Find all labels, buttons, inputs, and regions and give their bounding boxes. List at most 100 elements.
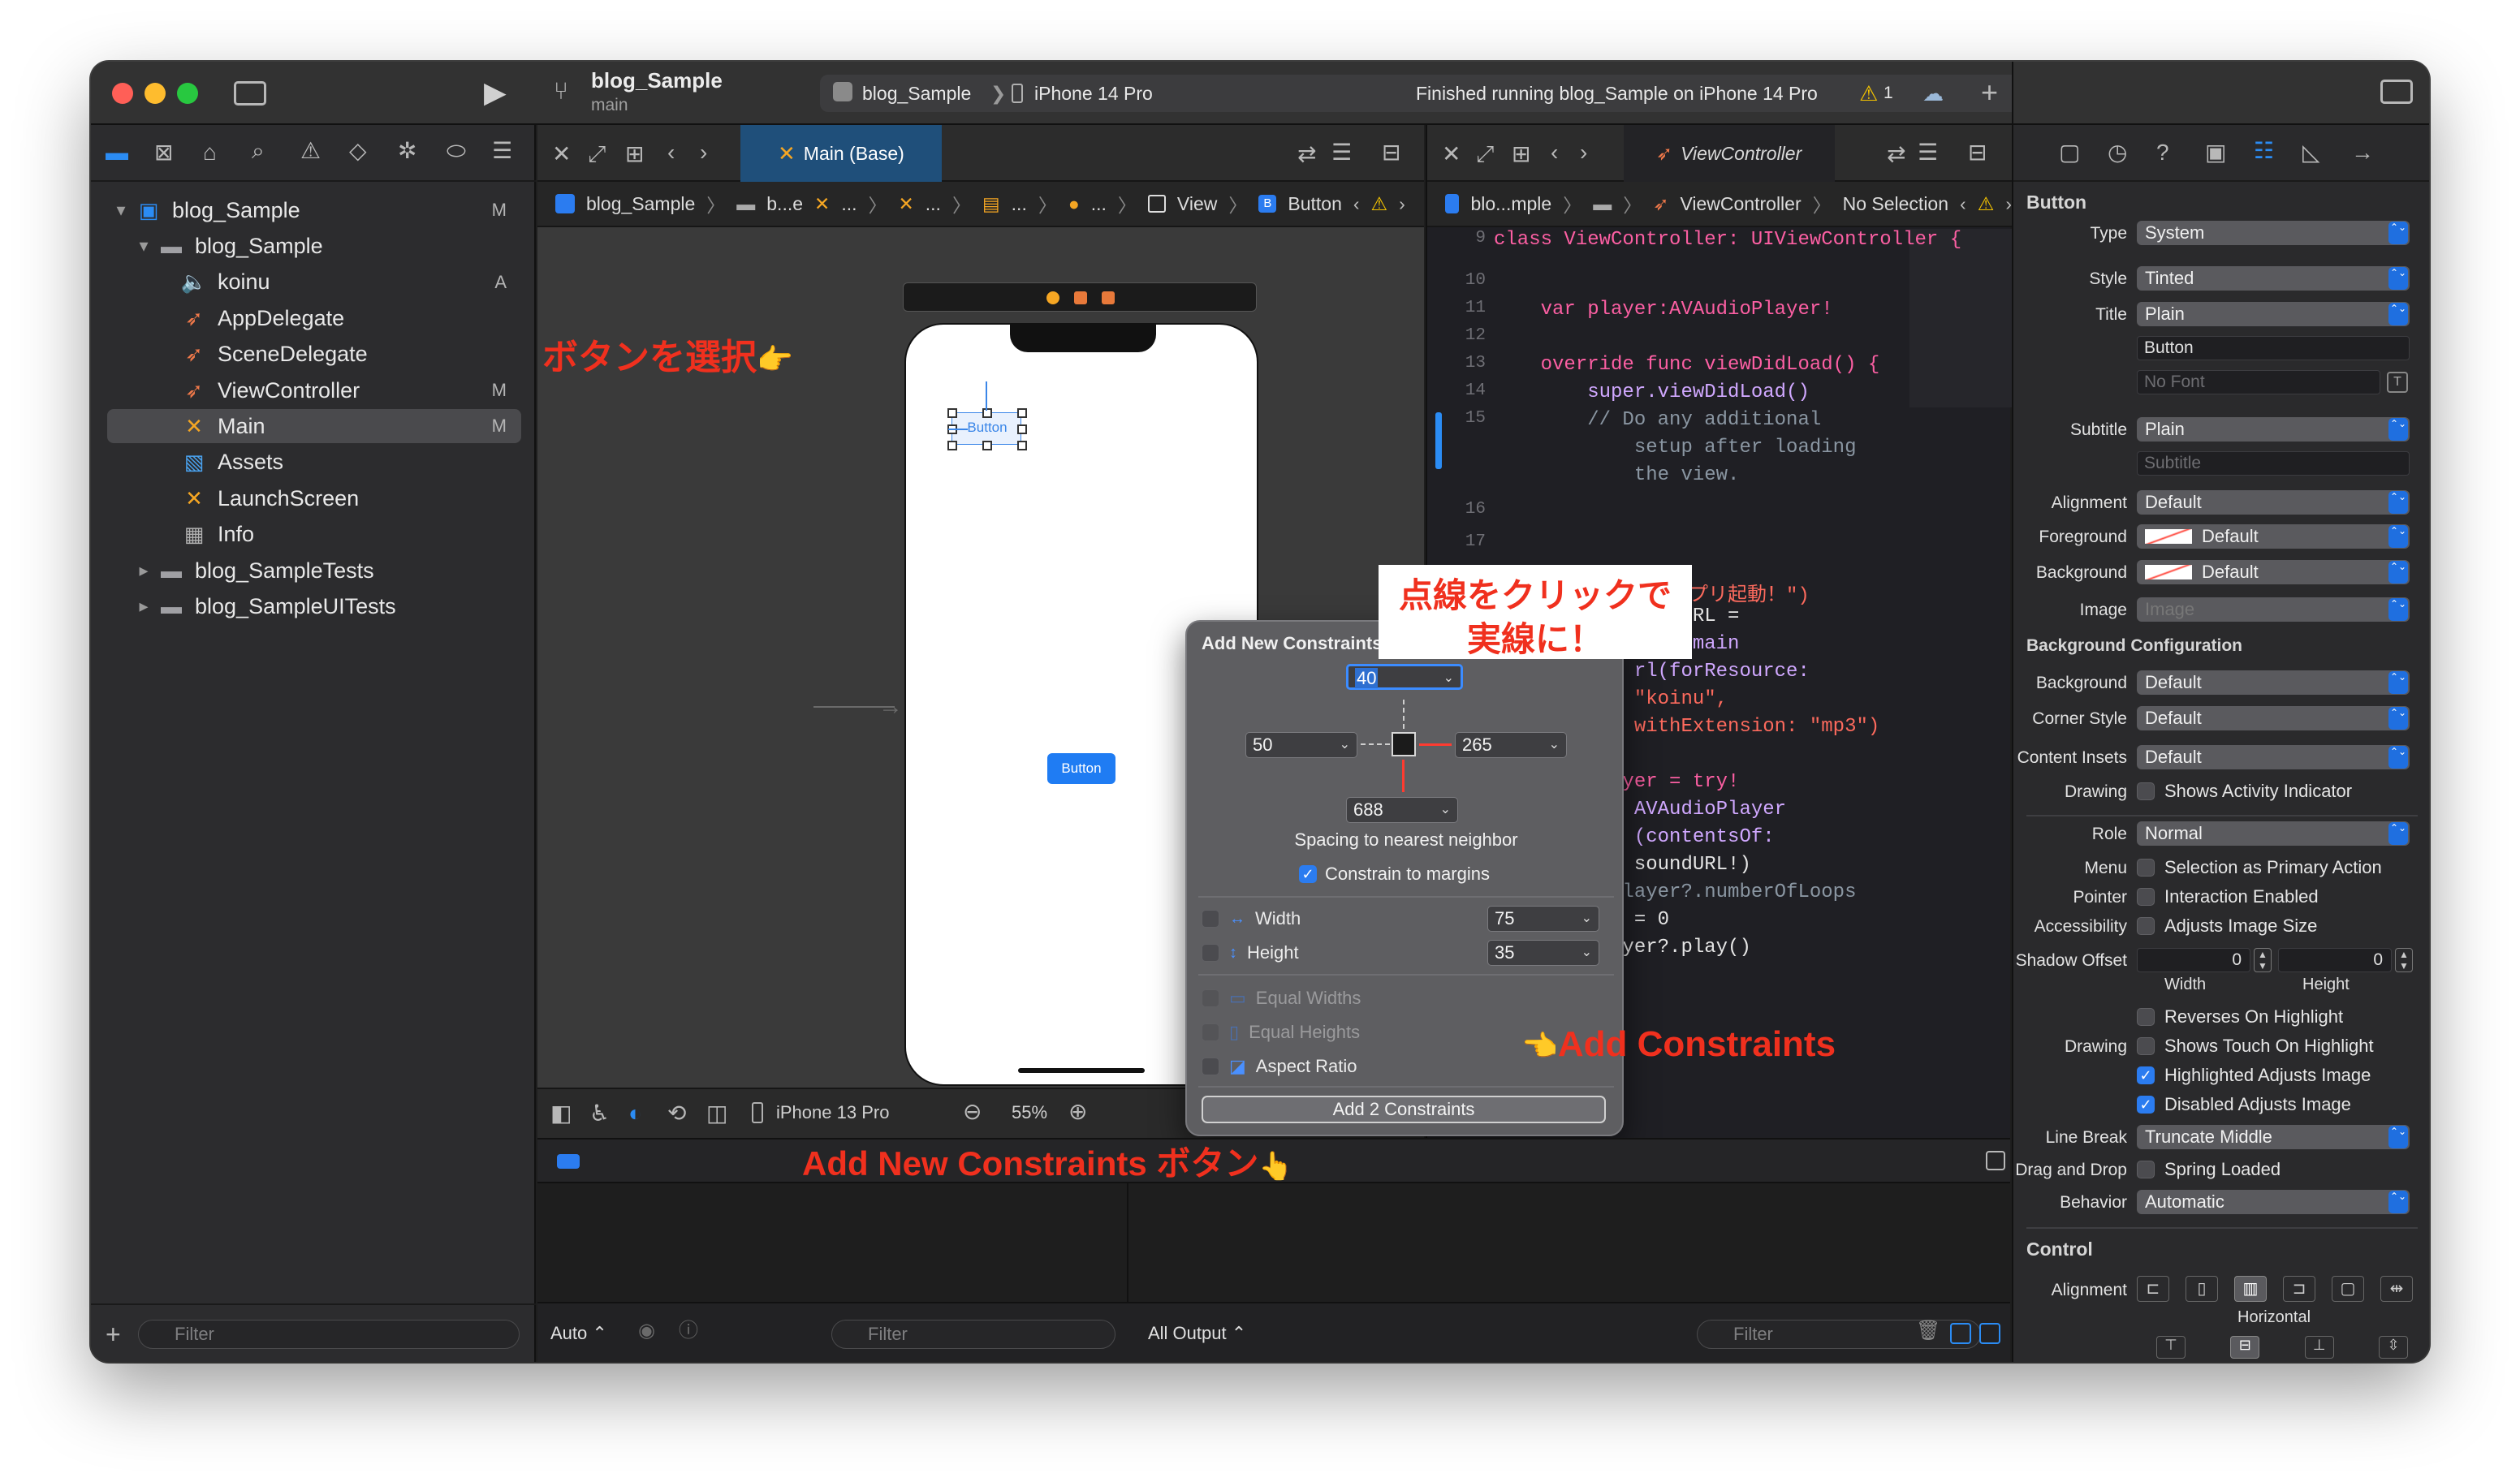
- source-control-icon[interactable]: ⊠: [154, 141, 173, 164]
- close-window-button[interactable]: [112, 83, 133, 104]
- jump-bar-item[interactable]: ...: [1012, 193, 1027, 215]
- style-popup[interactable]: Tinted: [2137, 266, 2410, 291]
- subtitle-popup[interactable]: Plain: [2137, 417, 2410, 442]
- resize-handle[interactable]: [947, 408, 957, 418]
- title-popup[interactable]: Plain: [2137, 302, 2410, 326]
- navigator-item[interactable]: ▸ ▬ blog_SampleUITests: [107, 589, 521, 623]
- attributes-icon[interactable]: ☷: [2254, 140, 2274, 162]
- help-icon[interactable]: ?: [2156, 141, 2169, 164]
- jump-bar-item[interactable]: ViewController: [1680, 193, 1801, 215]
- add-constraints-button[interactable]: Add 2 Constraints: [1202, 1096, 1606, 1123]
- history-icon[interactable]: ◷: [2108, 141, 2127, 164]
- align-fill-vertical-icon[interactable]: ⇳: [2378, 1336, 2408, 1359]
- jump-bar-item[interactable]: b...e: [766, 193, 803, 215]
- aspect-ratio-checkbox[interactable]: [1202, 1058, 1219, 1075]
- image-popup[interactable]: Image: [2137, 597, 2410, 622]
- reverses-on-highlight-checkbox[interactable]: Reverses On Highlight: [2137, 1006, 2343, 1027]
- grid-icon[interactable]: ⊞: [625, 143, 644, 166]
- refresh-icon[interactable]: ⇄: [1297, 143, 1316, 166]
- jump-bar-item[interactable]: Button: [1288, 193, 1342, 215]
- align-right-icon[interactable]: ⇹: [2380, 1276, 2413, 1302]
- navigator-item[interactable]: ➶ SceneDelegate: [107, 338, 521, 372]
- report-icon[interactable]: ☰: [492, 140, 512, 162]
- disclosure-icon[interactable]: ▾: [107, 200, 135, 221]
- line-break-popup[interactable]: Truncate Middle: [2137, 1125, 2410, 1149]
- height-checkbox[interactable]: [1202, 944, 1219, 962]
- bottom-spacing-field[interactable]: 688 ⌄: [1346, 797, 1458, 823]
- run-destination[interactable]: iPhone 14 Pro: [1034, 83, 1153, 105]
- show-variables-icon[interactable]: [1950, 1323, 1971, 1344]
- alignment-popup[interactable]: Default: [2137, 490, 2410, 515]
- align-bottom-icon[interactable]: ⊥: [2304, 1336, 2334, 1359]
- align-lines-icon[interactable]: ☰: [1331, 141, 1352, 164]
- split-icon[interactable]: ⊟: [1382, 141, 1400, 164]
- navigator-item[interactable]: ✕ LaunchScreen: [107, 481, 521, 515]
- corner-style-popup[interactable]: Default: [2137, 706, 2410, 730]
- right-spacing-field[interactable]: 265 ⌄: [1455, 732, 1567, 758]
- zoom-window-button[interactable]: [177, 83, 198, 104]
- adjusts-image-size-checkbox[interactable]: Adjusts Image Size: [2137, 915, 2317, 937]
- align-fill-icon[interactable]: ▥: [2234, 1276, 2267, 1302]
- breakpoint-icon[interactable]: ⬭: [447, 140, 466, 162]
- disabled-adjusts-checkbox[interactable]: ✓ Disabled Adjusts Image: [2137, 1094, 2351, 1115]
- stepper-icon[interactable]: ▲ ▼: [2395, 948, 2413, 972]
- background-popup[interactable]: Default: [2137, 560, 2410, 584]
- accessibility-icon[interactable]: ♿: [589, 1102, 610, 1125]
- navigator-item[interactable]: ▦ Info: [107, 518, 521, 552]
- breakpoints-icon[interactable]: [557, 1154, 580, 1169]
- related-items-icon[interactable]: ☰: [1918, 141, 1938, 164]
- align-left-icon[interactable]: ⊏: [2137, 1276, 2169, 1302]
- align-trailing-icon[interactable]: ▢: [2332, 1276, 2364, 1302]
- shows-activity-indicator-checkbox[interactable]: Shows Activity Indicator: [2137, 781, 2352, 802]
- split-icon[interactable]: ⊟: [1968, 141, 1987, 164]
- top-spacing-field[interactable]: 40 ⌄: [1346, 664, 1463, 690]
- search-icon[interactable]: ⌕: [252, 140, 265, 162]
- back-icon[interactable]: ‹: [1353, 193, 1360, 215]
- size-icon[interactable]: ◺: [2302, 141, 2320, 164]
- grid-icon[interactable]: ⊞: [1512, 143, 1530, 166]
- output-selector[interactable]: All Output ⌃: [1148, 1323, 1246, 1344]
- align-middle-icon[interactable]: ⊟: [2230, 1336, 2260, 1359]
- disclosure-icon[interactable]: ▸: [130, 560, 158, 581]
- left-constraint-strut[interactable]: [1361, 743, 1390, 745]
- resize-handle[interactable]: [982, 441, 992, 450]
- jump-bar-item[interactable]: ...: [926, 193, 941, 215]
- add-file-icon[interactable]: +: [106, 1321, 121, 1347]
- trash-icon[interactable]: 🗑: [1916, 1321, 1940, 1341]
- horizontal-alignment-segmented[interactable]: ⊏ ▯ ▥ ⊐ ▢ ⇹: [2137, 1276, 2413, 1303]
- zoom-out-icon[interactable]: ⊖: [963, 1101, 982, 1123]
- jump-bar-item[interactable]: View: [1177, 193, 1217, 215]
- tab-viewcontroller[interactable]: ➶ ViewController: [1624, 125, 1835, 182]
- back-icon[interactable]: ‹: [1551, 141, 1558, 164]
- navigator-item[interactable]: ▾ ▣ blog_Sample M: [107, 193, 521, 227]
- jump-bar-item[interactable]: ...: [1091, 193, 1107, 215]
- jump-bar-item[interactable]: ...: [841, 193, 857, 215]
- warning-icon[interactable]: ⚠: [1371, 193, 1388, 215]
- folder-icon[interactable]: ▬: [106, 141, 128, 164]
- vertical-alignment-segmented[interactable]: ⊤ ⊟ ⊥ ⇳: [2156, 1336, 2408, 1360]
- resize-handle[interactable]: [982, 408, 992, 418]
- expand-icon[interactable]: ⤢: [588, 143, 606, 166]
- symbol-icon[interactable]: ⌂: [203, 141, 217, 164]
- align-center-icon[interactable]: ▯: [2186, 1276, 2218, 1302]
- expand-icon[interactable]: ⤢: [1476, 143, 1494, 166]
- navigator-item[interactable]: 🔈 koinu A: [107, 265, 521, 299]
- close-icon[interactable]: ✕: [552, 143, 571, 166]
- navigator-item[interactable]: ▸ ▬ blog_SampleTests: [107, 554, 521, 588]
- title-text-field[interactable]: Button: [2137, 336, 2410, 360]
- tab-main[interactable]: ✕ Main (Base): [740, 125, 942, 182]
- shows-touch-checkbox[interactable]: Shows Touch On Highlight: [2137, 1036, 2374, 1057]
- first-responder-icon[interactable]: [1074, 291, 1087, 304]
- device-selector[interactable]: iPhone 13 Pro: [776, 1102, 889, 1123]
- type-popup[interactable]: System: [2137, 221, 2410, 245]
- minimize-window-button[interactable]: [145, 83, 166, 104]
- view-controller-icon[interactable]: [1046, 291, 1059, 304]
- navigator-item[interactable]: ▾ ▬ blog_Sample: [107, 229, 521, 263]
- resize-handle[interactable]: [947, 441, 957, 450]
- content-insets-popup[interactable]: Default: [2137, 745, 2410, 769]
- button[interactable]: Button: [1047, 753, 1115, 784]
- variables-scope-selector[interactable]: Auto ⌃: [550, 1323, 607, 1344]
- stepper-icon[interactable]: ▲ ▼: [2254, 948, 2272, 972]
- forward-icon[interactable]: ›: [700, 141, 707, 164]
- hide-debug-area-icon[interactable]: [1986, 1151, 2005, 1170]
